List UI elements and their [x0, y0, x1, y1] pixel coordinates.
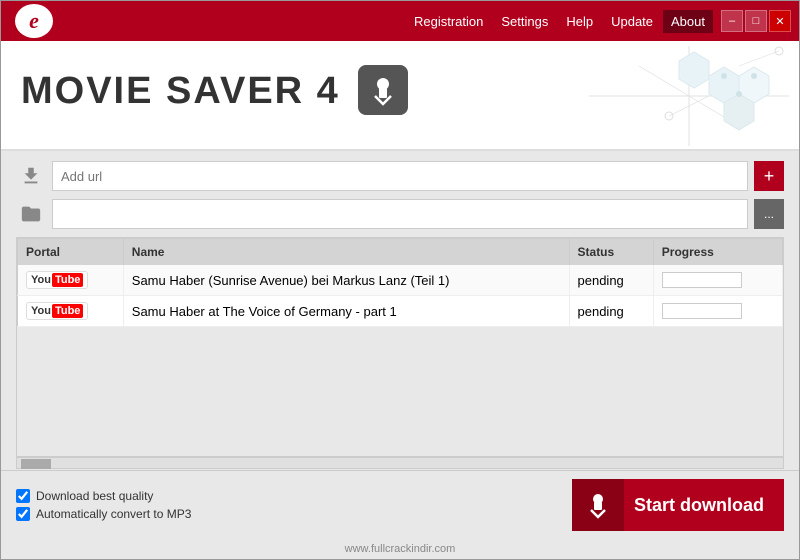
menu-help[interactable]: Help — [558, 10, 601, 33]
table-row[interactable]: YouTube Samu Haber at The Voice of Germa… — [18, 296, 783, 327]
table-container: Portal Name Status Progress YouTube Samu… — [1, 237, 799, 470]
yt-you: You — [31, 274, 51, 286]
options-checkboxes: Download best quality Automatically conv… — [16, 489, 191, 521]
quality-checkbox[interactable] — [16, 489, 30, 503]
yt-you: You — [31, 305, 51, 317]
menu-about[interactable]: About — [663, 10, 713, 33]
window-controls: – □ ✕ — [721, 10, 791, 32]
convert-checkbox-row[interactable]: Automatically convert to MP3 — [16, 507, 191, 521]
app-title: MOVIE SAVER 4 — [21, 70, 408, 120]
folder-icon — [16, 199, 46, 229]
app-header: MOVIE SAVER 4 — [1, 41, 799, 151]
window-body: + C:\ ... Portal N — [1, 151, 799, 559]
cell-progress — [653, 296, 782, 327]
start-download-label: Start download — [634, 495, 784, 516]
quality-checkbox-row[interactable]: Download best quality — [16, 489, 191, 503]
app-logo: e — [9, 4, 59, 38]
minimize-button[interactable]: – — [721, 10, 743, 32]
horizontal-scrollbar[interactable] — [16, 457, 784, 469]
path-input[interactable]: C:\ — [52, 199, 748, 229]
close-button[interactable]: ✕ — [769, 10, 791, 32]
download-btn-icon — [572, 479, 624, 531]
cell-portal: YouTube — [18, 265, 124, 296]
cell-status: pending — [569, 265, 653, 296]
logo-icon: e — [15, 4, 53, 38]
cell-name: Samu Haber (Sunrise Avenue) bei Markus L… — [123, 265, 569, 296]
progress-bar — [662, 303, 742, 319]
youtube-badge: YouTube — [26, 271, 88, 289]
inputs-area: + C:\ ... — [1, 151, 799, 237]
yt-tube: Tube — [52, 273, 83, 287]
menu-registration[interactable]: Registration — [406, 10, 491, 33]
col-name: Name — [123, 239, 569, 266]
app-window: e Registration Settings Help Update Abou… — [0, 0, 800, 560]
cloud-upload-icon — [16, 161, 46, 191]
cell-progress — [653, 265, 782, 296]
watermark: www.fullcrackindir.com — [1, 539, 799, 559]
start-download-button[interactable]: Start download — [572, 479, 784, 531]
menu-bar: Registration Settings Help Update About — [59, 10, 713, 33]
cell-portal: YouTube — [18, 296, 124, 327]
url-input-row: + — [16, 161, 784, 191]
col-status: Status — [569, 239, 653, 266]
maximize-button[interactable]: □ — [745, 10, 767, 32]
download-list[interactable]: Portal Name Status Progress YouTube Samu… — [16, 237, 784, 457]
header-decoration — [589, 46, 789, 146]
downloads-table: Portal Name Status Progress YouTube Samu… — [17, 238, 783, 327]
table-row[interactable]: YouTube Samu Haber (Sunrise Avenue) bei … — [18, 265, 783, 296]
add-url-button[interactable]: + — [754, 161, 784, 191]
yt-tube: Tube — [52, 304, 83, 318]
menu-settings[interactable]: Settings — [493, 10, 556, 33]
scroll-thumb[interactable] — [21, 459, 51, 469]
table-header-row: Portal Name Status Progress — [18, 239, 783, 266]
browse-button[interactable]: ... — [754, 199, 784, 229]
youtube-badge: YouTube — [26, 302, 88, 320]
convert-label: Automatically convert to MP3 — [36, 507, 191, 521]
cell-status: pending — [569, 296, 653, 327]
col-portal: Portal — [18, 239, 124, 266]
download-icon — [358, 65, 408, 115]
col-progress: Progress — [653, 239, 782, 266]
convert-checkbox[interactable] — [16, 507, 30, 521]
path-input-row: C:\ ... — [16, 199, 784, 229]
title-bar: e Registration Settings Help Update Abou… — [1, 1, 799, 41]
menu-update[interactable]: Update — [603, 10, 661, 33]
quality-label: Download best quality — [36, 489, 153, 503]
url-input[interactable] — [52, 161, 748, 191]
progress-bar — [662, 272, 742, 288]
cell-name: Samu Haber at The Voice of Germany - par… — [123, 296, 569, 327]
bottom-bar: Download best quality Automatically conv… — [1, 470, 799, 539]
